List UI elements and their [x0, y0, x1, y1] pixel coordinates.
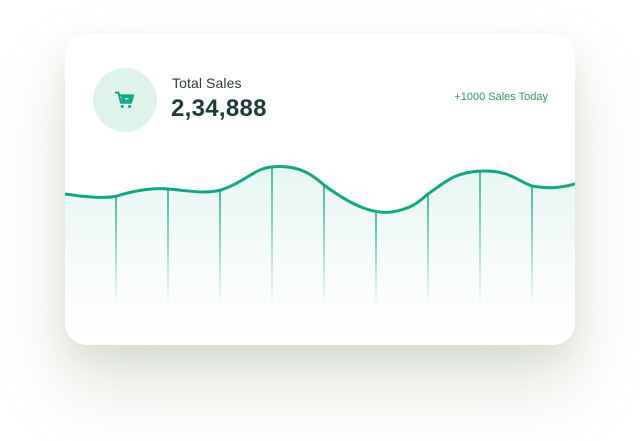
chart-bar	[219, 190, 221, 306]
chart-bar	[427, 194, 429, 306]
sales-today-badge: +1000 Sales Today	[454, 91, 548, 103]
sales-trend-chart	[65, 165, 575, 345]
chart-bar	[479, 171, 481, 306]
cart-icon-badge	[93, 68, 157, 132]
total-sales-value: 2,34,888	[171, 95, 267, 122]
chart-bar	[115, 196, 117, 306]
chart-area-fill	[65, 166, 575, 345]
card-title: Total Sales	[172, 75, 242, 91]
chart-bar	[375, 210, 377, 306]
shopping-cart-icon	[114, 91, 135, 108]
chart-bar	[271, 167, 273, 306]
sales-card: Total Sales 2,34,888 +1000 Sales Today	[65, 34, 575, 345]
chart-bar	[167, 189, 169, 306]
chart-bar	[323, 185, 325, 306]
chart-bar	[531, 186, 533, 306]
page: Total Sales 2,34,888 +1000 Sales Today	[0, 0, 640, 441]
